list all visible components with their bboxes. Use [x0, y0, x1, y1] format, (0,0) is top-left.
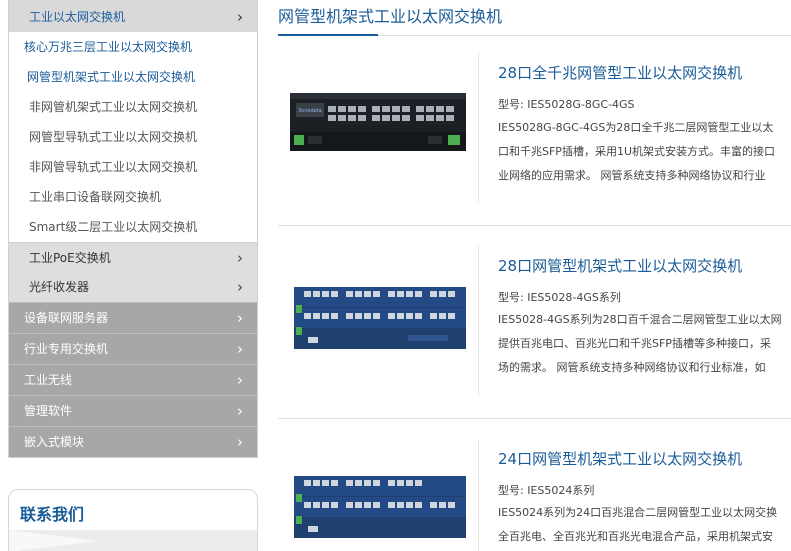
- sidebar-item-industry-switch[interactable]: 行业专用交换机 ›: [9, 333, 257, 364]
- product-title-link[interactable]: 28口全千兆网管型工业以太网交换机: [498, 62, 742, 83]
- submenu-item-unmanaged-din-switch[interactable]: 非网管导轨式工业以太网交换机: [9, 152, 257, 182]
- desc-line: 业网络的应用需求。 网管系统支持多种网络协议和行业: [498, 169, 766, 182]
- chevron-right-icon: ›: [237, 340, 243, 358]
- product-image[interactable]: [288, 472, 468, 548]
- desc-line: 提供百兆电口、百兆光口和千兆SFP插槽等多种接口，采: [498, 337, 771, 350]
- product-image[interactable]: 3onedata: [288, 88, 468, 160]
- sidebar-item-label: 嵌入式模块: [24, 435, 85, 449]
- product-model: 型号: IES5028G-8GC-4GS: [498, 98, 635, 111]
- product-separator: [278, 418, 791, 419]
- sidebar-item-label: 行业专用交换机: [24, 342, 109, 356]
- submenu-item-managed-din-switch[interactable]: 网管型导轨式工业以太网交换机: [9, 122, 257, 152]
- product-title-link[interactable]: 28口网管型机架式工业以太网交换机: [498, 255, 742, 276]
- submenu-item-label: 核心万兆三层工业以太网交换机: [24, 40, 193, 54]
- chevron-right-icon: ›: [237, 433, 243, 451]
- chevron-right-icon: ›: [237, 8, 243, 26]
- title-underline: [278, 34, 378, 36]
- sidebar-item-label: 光纤收发器: [29, 280, 90, 294]
- submenu-item-managed-rack-switch[interactable]: 网管型机架式工业以太网交换机: [9, 62, 257, 92]
- product-title-link[interactable]: 24口网管型机架式工业以太网交换机: [498, 448, 742, 469]
- main-content: 网管型机架式工业以太网交换机 3onedata 28口全千兆网管型工业以太网交换…: [278, 0, 791, 551]
- product-model: 型号: IES5024系列: [498, 484, 595, 497]
- submenu-item-label: 非网管导轨式工业以太网交换机: [29, 160, 198, 174]
- chevron-right-icon: ›: [237, 278, 243, 296]
- desc-line: 口和千兆SFP插槽，采用1U机架式安装方式。丰富的接口: [498, 145, 775, 158]
- sidebar-item-industrial-ethernet-switch[interactable]: 工业以太网交换机 ›: [9, 0, 257, 32]
- submenu-item-label: Smart级二层工业以太网交换机: [29, 220, 198, 234]
- submenu-item-label: 工业串口设备联网交换机: [29, 190, 162, 204]
- submenu-item-label: 非网管机架式工业以太网交换机: [29, 100, 198, 114]
- product-description: IES5028-4GS系列为28口百千混合二层网管型工业以太网 提供百兆电口、百…: [498, 308, 791, 380]
- chevron-right-icon: ›: [237, 402, 243, 420]
- desc-line: IES5024系列为24口百兆混合二层网管型工业以太网交换: [498, 506, 778, 519]
- contact-title: 联系我们: [20, 505, 85, 524]
- submenu-item-core-10g-switch[interactable]: 核心万兆三层工业以太网交换机: [9, 32, 257, 62]
- desc-line: 全百兆电、全百兆光和百兆光电混合产品，采用机架式安: [498, 530, 773, 543]
- sidebar: 工业以太网交换机 › 核心万兆三层工业以太网交换机 网管型机架式工业以太网交换机…: [8, 0, 258, 458]
- sidebar-item-media-converter[interactable]: 光纤收发器 ›: [9, 272, 257, 302]
- chevron-right-icon: ›: [237, 249, 243, 267]
- product-description: IES5028G-8GC-4GS为28口全千兆二层网管型工业以太 口和千兆SFP…: [498, 116, 791, 188]
- switch-image-icon: 3onedata: [290, 93, 466, 151]
- product-separator: [278, 225, 791, 226]
- contact-panel: 联系我们: [8, 489, 258, 551]
- submenu-item-label: 网管型导轨式工业以太网交换机: [29, 130, 198, 144]
- product-image[interactable]: [288, 283, 468, 359]
- svg-text:3onedata: 3onedata: [298, 108, 322, 114]
- divider: [478, 246, 479, 396]
- sidebar-item-poe-switch[interactable]: 工业PoE交换机 ›: [9, 242, 257, 272]
- submenu-item-unmanaged-rack-switch[interactable]: 非网管机架式工业以太网交换机: [9, 92, 257, 122]
- submenu-item-smart-l2-switch[interactable]: Smart级二层工业以太网交换机: [9, 212, 257, 242]
- product-model: 型号: IES5028-4GS系列: [498, 291, 621, 304]
- divider: [478, 52, 479, 202]
- sidebar-item-label: 工业PoE交换机: [29, 251, 111, 265]
- sidebar-item-label: 设备联网服务器: [24, 311, 109, 325]
- sidebar-item-label: 工业以太网交换机: [29, 10, 126, 24]
- chevron-right-icon: ›: [237, 309, 243, 327]
- chevron-right-icon: ›: [237, 371, 243, 389]
- switch-image-icon: [294, 476, 466, 538]
- product-description: IES5024系列为24口百兆混合二层网管型工业以太网交换 全百兆电、全百兆光和…: [498, 501, 791, 549]
- desc-line: IES5028G-8GC-4GS为28口全千兆二层网管型工业以太: [498, 121, 774, 134]
- sidebar-item-device-server[interactable]: 设备联网服务器 ›: [9, 302, 257, 333]
- submenu-item-label: 网管型机架式工业以太网交换机: [27, 70, 196, 84]
- submenu-item-serial-device-switch[interactable]: 工业串口设备联网交换机: [9, 182, 257, 212]
- sidebar-item-label: 管理软件: [24, 404, 73, 418]
- desc-line: IES5028-4GS系列为28口百千混合二层网管型工业以太网: [498, 313, 782, 326]
- sidebar-item-industrial-wireless[interactable]: 工业无线 ›: [9, 364, 257, 395]
- divider: [478, 439, 479, 551]
- sidebar-item-label: 工业无线: [24, 373, 73, 387]
- contact-divider: [9, 530, 257, 551]
- page-title: 网管型机架式工业以太网交换机: [278, 7, 503, 26]
- desc-line: 场的需求。 网管系统支持多种网络协议和行业标准，如: [498, 361, 766, 374]
- switch-image-icon: [294, 287, 466, 349]
- sidebar-item-embedded-module[interactable]: 嵌入式模块 ›: [9, 426, 257, 457]
- title-rule: [378, 35, 791, 36]
- sidebar-item-management-software[interactable]: 管理软件 ›: [9, 395, 257, 426]
- category-menu: 工业以太网交换机 › 核心万兆三层工业以太网交换机 网管型机架式工业以太网交换机…: [8, 0, 258, 458]
